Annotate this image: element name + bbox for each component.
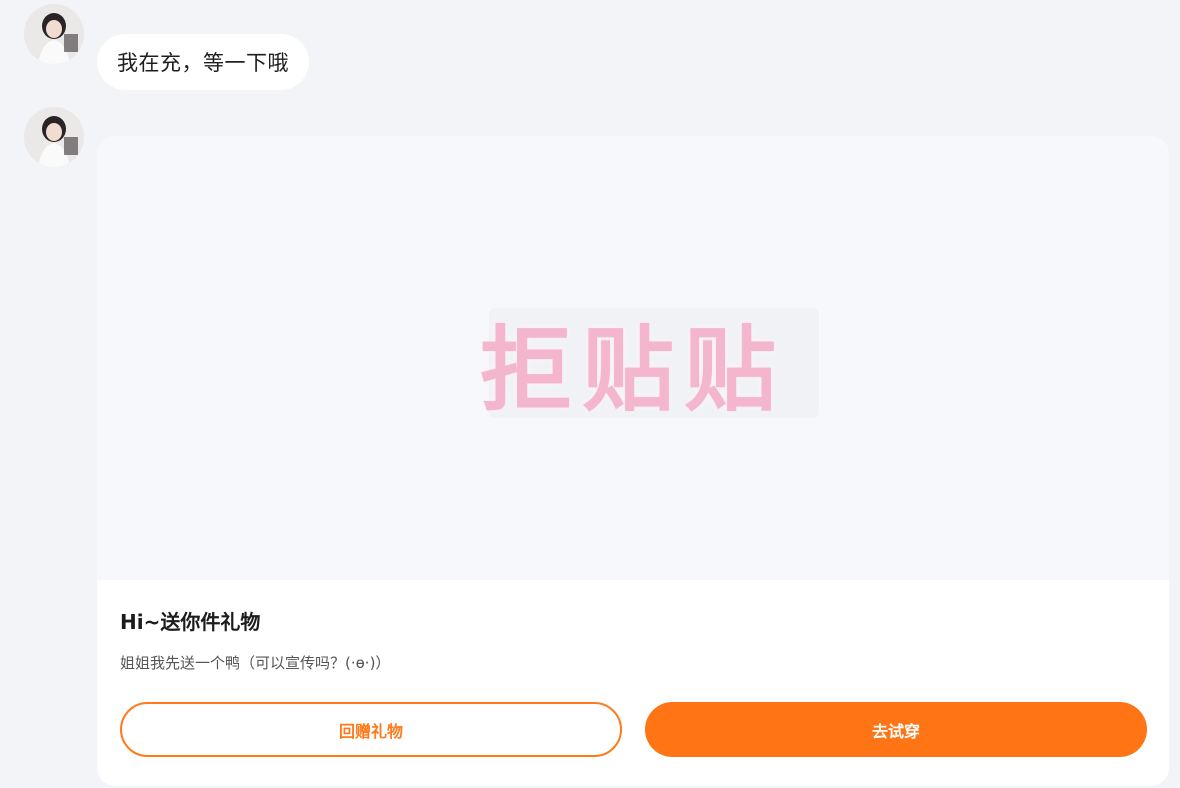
gift-description: 姐姐我先送一个鸭（可以宣传吗？(·ө·)）: [120, 654, 391, 672]
avatar[interactable]: [24, 107, 84, 167]
gift-title: Hi~送你件礼物: [120, 610, 261, 634]
sticker-image[interactable]: 拒贴贴: [97, 136, 1169, 580]
return-gift-label: 回赠礼物: [338, 721, 403, 741]
avatar[interactable]: [24, 4, 84, 64]
message-bubble: 我在充，等一下哦: [97, 34, 309, 90]
return-gift-button[interactable]: 回赠礼物: [120, 702, 622, 757]
chat-page: 我在充，等一下哦 拒贴贴 Hi~送你件礼物 姐姐我先送一个鸭（可以宣传吗？(·ө…: [0, 0, 1180, 788]
gift-card: 拒贴贴 Hi~送你件礼物 姐姐我先送一个鸭（可以宣传吗？(·ө·)） 回赠礼物 …: [97, 136, 1169, 786]
sticker-text: 拒贴贴: [479, 317, 786, 424]
message-text: 我在充，等一下哦: [117, 51, 289, 75]
try-on-label: 去试穿: [871, 721, 920, 741]
try-on-button[interactable]: 去试穿: [645, 702, 1147, 757]
